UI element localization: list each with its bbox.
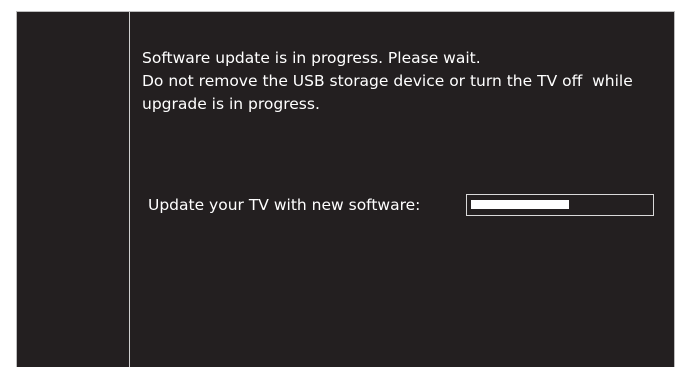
sidebar-panel [17, 12, 130, 367]
message-line: Do not remove the USB storage device or … [142, 72, 633, 90]
message-line: upgrade is in progress. [142, 95, 320, 113]
progress-fill [471, 200, 569, 209]
progress-bar [466, 194, 654, 216]
message-line: Software update is in progress. Please w… [142, 49, 481, 67]
update-message: Software update is in progress. Please w… [142, 47, 672, 116]
progress-label: Update your TV with new software: [148, 196, 421, 214]
tv-screen: Software update is in progress. Please w… [16, 11, 675, 367]
